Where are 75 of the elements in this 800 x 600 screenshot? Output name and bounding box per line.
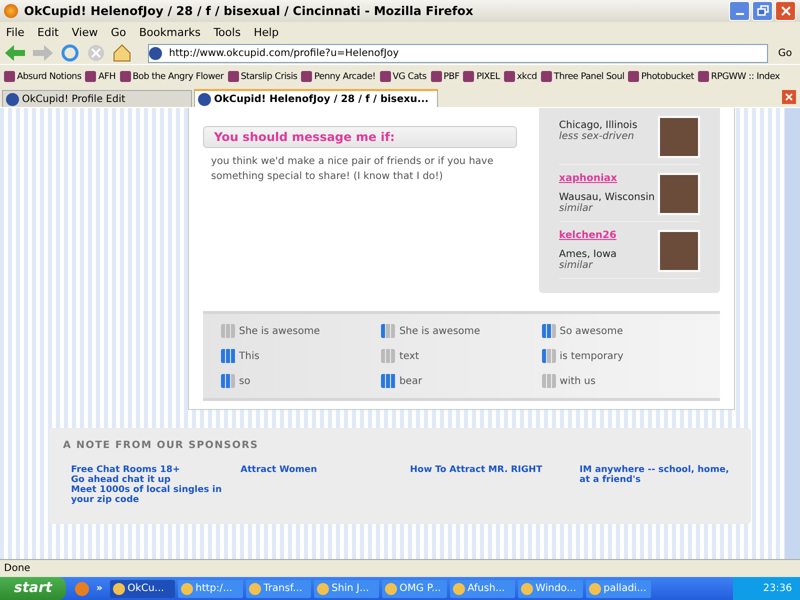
trait-label: So awesome: [560, 326, 623, 336]
sponsor-link[interactable]: IM anywhere -- school, home, at a friend's: [580, 465, 737, 485]
close-icon: [780, 5, 792, 17]
meter: [542, 349, 556, 363]
window-title: OkCupid! HelenofJoy / 28 / f / bisexual / Cincinnati - Mozilla Firefox: [24, 4, 474, 18]
trait-label: so: [239, 376, 250, 386]
more-button[interactable]: »: [92, 583, 107, 594]
close-button[interactable]: [775, 1, 796, 21]
meter: [221, 324, 235, 338]
photo-placeholder: [658, 230, 700, 272]
match-note: similar: [559, 203, 594, 214]
meter: [542, 324, 556, 338]
sponsor-link[interactable]: How To Attract MR. RIGHT: [410, 465, 568, 475]
meter: [381, 349, 396, 363]
bookmark-link[interactable]: VG Cats: [380, 71, 427, 82]
bookmark-link[interactable]: Starslip Crisis: [228, 71, 298, 82]
menu-item[interactable]: Go: [110, 26, 126, 38]
bookmark-link[interactable]: Absurd Notions: [4, 71, 82, 82]
bookmark-link[interactable]: AFH: [85, 71, 116, 82]
menu-item[interactable]: Tools: [214, 26, 241, 38]
meter: [221, 349, 235, 363]
section-heading: You should message me if:: [203, 126, 517, 148]
sponsor-link[interactable]: Attract Women: [240, 465, 398, 475]
clock: 23:36: [763, 583, 792, 594]
address-field[interactable]: http://www.okcupid.com/profile?u=HelenofJoy: [148, 44, 768, 62]
stop-icon[interactable]: [86, 43, 106, 63]
trait-label: text: [399, 350, 420, 362]
close-tab-icon[interactable]: [782, 90, 796, 104]
photo-placeholder: [658, 173, 700, 215]
bookmark-link[interactable]: PIXEL: [463, 71, 500, 82]
bookmark-link[interactable]: RPGWW :: Index: [698, 71, 780, 82]
menu-item[interactable]: View: [72, 26, 98, 38]
bookmark-link[interactable]: Penny Arcade!: [301, 71, 376, 82]
sponsor-link[interactable]: Go ahead chat it up: [71, 475, 228, 485]
location-text: Chicago, Illinois: [559, 120, 638, 131]
scrollbar[interactable]: [785, 108, 800, 559]
trait-label: bear: [399, 376, 422, 386]
bookmark-link[interactable]: PBF: [430, 71, 460, 82]
back-icon[interactable]: [4, 44, 26, 62]
match-note: similar: [559, 260, 594, 271]
minimize-button[interactable]: [729, 1, 750, 21]
trait-label: She is awesome: [239, 326, 320, 336]
meter: [381, 324, 396, 338]
trait-label: This: [239, 350, 260, 362]
trait-label: with us: [560, 376, 596, 386]
message-text: you think we'd make a nice pair of friends or if you have something special to share! (I know that I do!): [211, 155, 494, 184]
forward-icon[interactable]: [32, 44, 54, 62]
menu-item[interactable]: Edit: [37, 26, 59, 38]
restore-icon: [756, 5, 768, 17]
sponsor-link[interactable]: Free Chat Rooms 18+: [71, 465, 228, 475]
menu-item[interactable]: Bookmarks: [139, 26, 201, 38]
sponsors-heading: A NOTE FROM OUR SPONSORS: [63, 440, 260, 451]
bookmark-link[interactable]: Bob the Angry Flower: [120, 71, 224, 82]
meter: [542, 374, 556, 388]
restore-button[interactable]: [752, 1, 773, 21]
bookmark-link[interactable]: Three Panel Soul: [540, 71, 624, 82]
location-text: Wausau, Wisconsin: [559, 192, 655, 203]
bookmark-link[interactable]: Photobucket: [628, 71, 694, 82]
menu-item[interactable]: File: [6, 26, 24, 38]
location-text: Ames, Iowa: [559, 249, 617, 260]
browser-tab[interactable]: OkCupid! HelenofJoy / 28 / f / bisexu...: [194, 89, 438, 107]
bookmark-link[interactable]: xkcd: [504, 71, 537, 82]
meter: [221, 374, 235, 388]
home-icon[interactable]: [112, 43, 132, 63]
photo-placeholder: [658, 116, 700, 158]
trait-label: She is awesome: [399, 326, 480, 336]
meter: [381, 374, 396, 388]
taskbar-button[interactable]: OkCu...: [110, 580, 175, 598]
sponsor-link[interactable]: Meet 1000s of local singles in your zip code: [71, 485, 228, 505]
minimize-icon: [736, 13, 744, 15]
browser-tab[interactable]: OkCupid! Profile Edit: [2, 90, 192, 107]
trait-label: is temporary: [560, 350, 624, 362]
go-button[interactable]: Go: [774, 48, 796, 58]
menu-item[interactable]: Help: [254, 26, 279, 38]
match-note: less sex-driven: [559, 131, 636, 142]
